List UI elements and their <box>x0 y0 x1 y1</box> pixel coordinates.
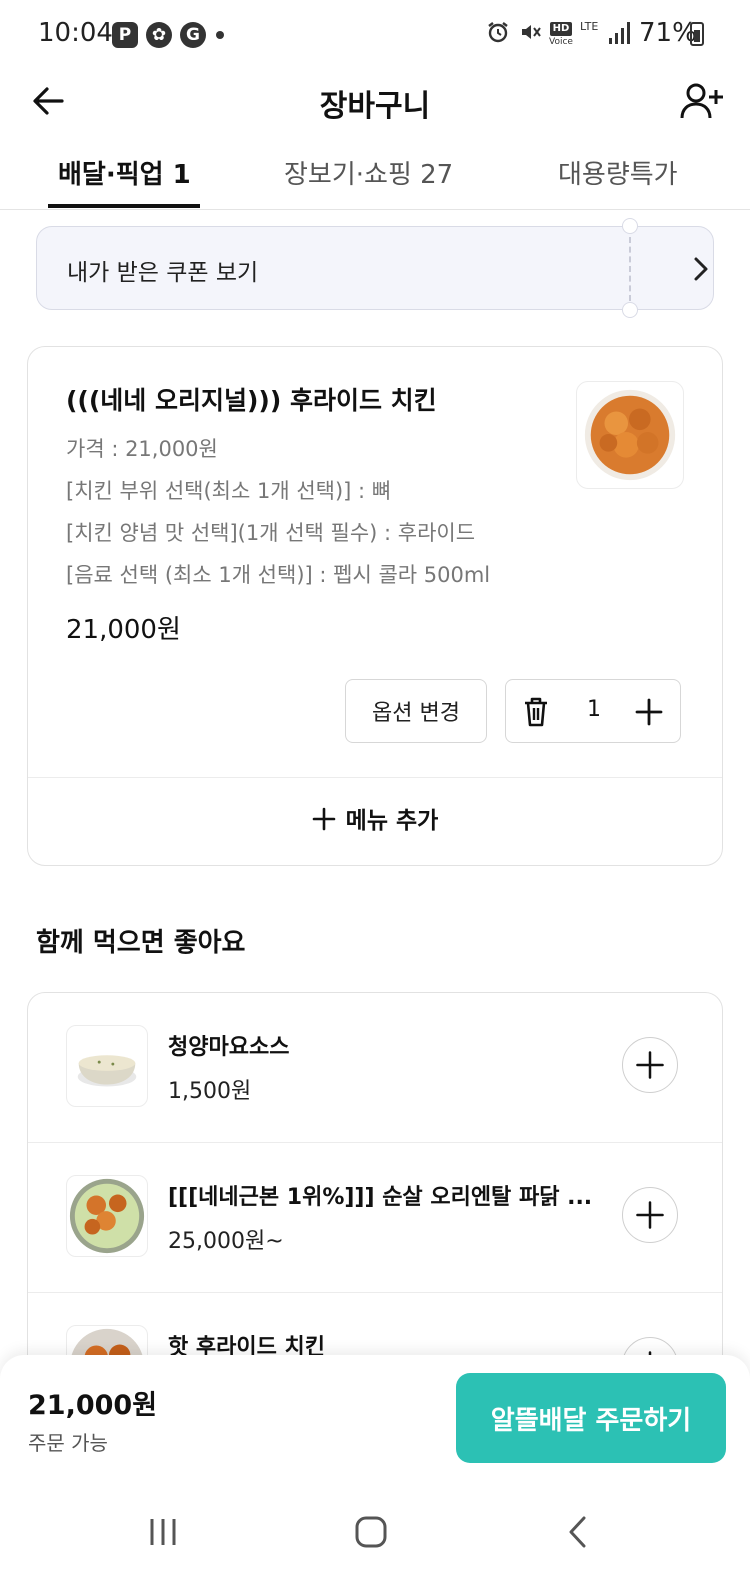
quantity-value: 1 <box>587 697 601 722</box>
app-notification-icon: ✿ <box>146 22 172 48</box>
signal-icon <box>609 22 631 44</box>
recommend-item-name: 청양마요소스 <box>168 1035 290 1060</box>
list-item[interactable]: 청양마요소스 1,500원 <box>28 993 722 1143</box>
active-tab-indicator <box>48 204 200 208</box>
user-plus-icon[interactable] <box>678 78 726 124</box>
voice-label: Voice <box>549 37 573 47</box>
trash-icon[interactable] <box>522 696 550 728</box>
alarm-icon <box>488 22 508 43</box>
parking-app-icon: P <box>112 22 138 48</box>
cart-item-option: 가격 : 21,000원 <box>66 437 218 461</box>
add-menu-label: 메뉴 추가 <box>345 808 439 834</box>
lte-icon: LTE <box>580 20 599 33</box>
tab-grocery-shopping[interactable]: 장보기·쇼핑 27 <box>284 154 453 191</box>
cart-item-name: (((네네 오리지널))) 후라이드 치킨 <box>66 386 437 415</box>
status-time: 10:04 <box>38 18 113 48</box>
coupon-banner[interactable]: 내가 받은 쿠폰 보기 <box>36 218 714 318</box>
coupon-divider <box>629 237 631 301</box>
status-bar: 10:04 P ✿ G HD Voice LTE 71% <box>0 0 750 68</box>
plus-icon <box>312 807 335 831</box>
coupon-notch-top <box>622 218 638 234</box>
list-item[interactable]: [[[네네근본 1위%]]] 순살 오리엔탈 파닭 ... 25,000원~ <box>28 1143 722 1293</box>
battery-icon <box>690 22 704 46</box>
category-tabs: 배달·픽업 1 장보기·쇼핑 27 대용량특가 <box>0 146 750 210</box>
recommend-item-price: 25,000원~ <box>168 1229 284 1254</box>
mute-icon <box>522 25 541 39</box>
nav-back-icon[interactable] <box>554 1507 604 1557</box>
quantity-stepper: 1 <box>505 679 681 743</box>
more-notifications-icon <box>216 31 224 39</box>
google-icon: G <box>180 22 206 48</box>
cart-item-card: (((네네 오리지널))) 후라이드 치킨 가격 : 21,000원 [치킨 부… <box>27 346 723 866</box>
plus-circle-icon[interactable] <box>622 1037 678 1093</box>
battery-percent: 71% <box>639 18 697 48</box>
system-nav-bar <box>0 1485 750 1583</box>
cart-item-option: [치킨 양념 맛 선택](1개 선택 필수) : 후라이드 <box>66 521 476 545</box>
option-change-button[interactable]: 옵션 변경 <box>345 679 487 743</box>
plus-icon[interactable] <box>634 696 664 728</box>
coupon-label: 내가 받은 쿠폰 보기 <box>67 260 259 286</box>
order-button[interactable]: 알뜰배달 주문하기 <box>456 1373 726 1463</box>
add-menu-button[interactable]: 메뉴 추가 <box>28 777 722 865</box>
chevron-right-icon[interactable] <box>689 255 713 283</box>
cart-item-price: 21,000원 <box>66 615 181 645</box>
order-status: 주문 가능 <box>28 1431 108 1455</box>
recommend-section-title: 함께 먹으면 좋아요 <box>36 928 246 958</box>
recommend-item-name: [[[네네근본 1위%]]] 순살 오리엔탈 파닭 ... <box>168 1185 593 1210</box>
home-icon[interactable] <box>346 1507 396 1557</box>
tab-bulk-deals[interactable]: 대용량특가 <box>558 154 678 191</box>
tab-delivery-pickup[interactable]: 배달·픽업 1 <box>58 154 191 191</box>
total-price: 21,000원 <box>28 1390 158 1421</box>
coupon-notch-bottom <box>622 302 638 318</box>
hd-voice-icon: HD <box>550 22 572 36</box>
app-header: 장바구니 <box>0 68 750 134</box>
boneless-chicken-image <box>66 1175 148 1257</box>
order-bar: 21,000원 주문 가능 알뜰배달 주문하기 <box>0 1355 750 1485</box>
recommend-item-price: 1,500원 <box>168 1079 252 1104</box>
recent-apps-icon[interactable] <box>138 1507 188 1557</box>
cart-item-option: [음료 선택 (최소 1개 선택)] : 펩시 콜라 500ml <box>66 563 491 587</box>
fried-chicken-image <box>576 381 684 489</box>
mayo-sauce-image <box>66 1025 148 1107</box>
cart-item-option: [치킨 부위 선택(최소 1개 선택)] : 뼈 <box>66 479 392 503</box>
plus-circle-icon[interactable] <box>622 1187 678 1243</box>
page-title: 장바구니 <box>319 89 431 124</box>
